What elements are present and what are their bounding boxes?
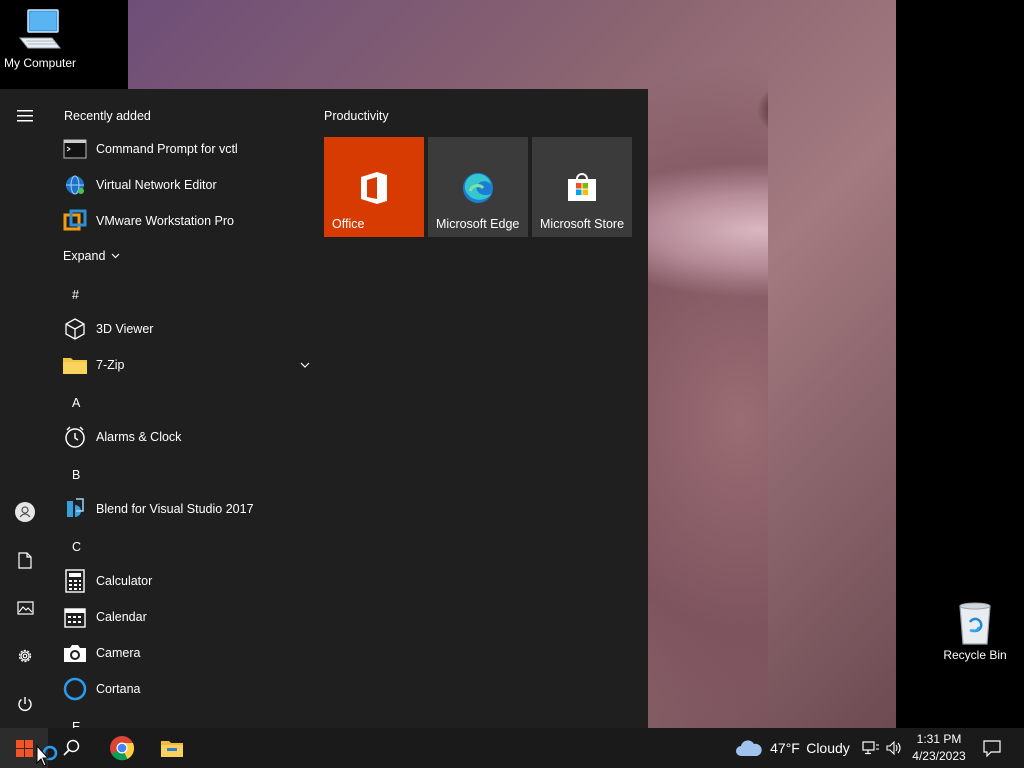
document-icon [18, 551, 32, 569]
recently-added-heading: Recently added [64, 109, 151, 123]
search-icon [63, 739, 80, 756]
weather-temperature[interactable]: 47°F [767, 728, 803, 768]
power-button[interactable] [0, 684, 50, 724]
settings-button[interactable] [0, 636, 50, 676]
clock-icon [62, 424, 88, 450]
tile-group-title: Productivity [324, 109, 389, 123]
app-label: Calculator [96, 574, 153, 588]
network-icon [862, 741, 879, 755]
hamburger-menu-button[interactable] [0, 96, 50, 136]
taskbar: 47°F Cloudy 1:31 PM 4/23/2023 [0, 728, 1024, 768]
computer-icon [16, 8, 64, 52]
chevron-down-icon [300, 362, 310, 368]
weather-condition-text: Cloudy [806, 740, 850, 756]
chevron-down-icon [111, 253, 120, 259]
mouse-pointer-icon [36, 745, 58, 767]
app-label: Calendar [96, 610, 147, 624]
app-calculator[interactable]: Calculator [62, 564, 302, 598]
taskbar-chrome-button[interactable] [98, 728, 146, 768]
tile-microsoft-edge[interactable]: Microsoft Edge [428, 137, 528, 237]
taskbar-file-explorer-button[interactable] [148, 728, 196, 768]
app-calendar[interactable]: Calendar [62, 600, 302, 634]
tile-label: Microsoft Store [540, 217, 625, 231]
user-account-button[interactable] [0, 492, 50, 532]
app-label: Virtual Network Editor [96, 178, 217, 192]
start-menu: Recently added Command Prompt for vctl V… [0, 89, 648, 728]
chrome-icon [110, 736, 135, 761]
section-letter-b[interactable]: B [72, 468, 80, 482]
documents-button[interactable] [0, 540, 50, 580]
network-tray-button[interactable] [860, 728, 882, 768]
app-alarms-clock[interactable]: Alarms & Clock [62, 420, 302, 454]
gear-icon [18, 649, 32, 663]
volume-tray-button[interactable] [884, 728, 904, 768]
app-blend-for-visual-studio[interactable]: Blend for Visual Studio 2017 [62, 492, 302, 526]
app-cortana[interactable]: Cortana [62, 672, 302, 706]
windows-logo-icon [15, 739, 33, 757]
clock-date: 4/23/2023 [912, 749, 966, 763]
app-label: VMware Workstation Pro [96, 214, 235, 228]
edge-icon [461, 171, 495, 210]
clock-time: 1:31 PM [916, 732, 962, 746]
pictures-icon [16, 601, 34, 615]
app-label: Command Prompt for vctl [96, 142, 238, 156]
my-computer-label: My Computer [3, 56, 77, 70]
app-list: Recently added Command Prompt for vctl V… [50, 89, 310, 728]
section-letter-hash[interactable]: # [72, 288, 79, 302]
section-letter-c[interactable]: C [72, 540, 81, 554]
blend-icon [62, 496, 88, 522]
calculator-icon [62, 568, 88, 594]
camera-icon [62, 640, 88, 666]
weather-condition[interactable]: Cloudy [804, 728, 852, 768]
app-label: Cortana [96, 682, 141, 696]
app-label: Alarms & Clock [96, 430, 182, 444]
cloud-icon [736, 740, 762, 756]
my-computer-desktop-icon[interactable]: My Computer [0, 8, 80, 70]
weather-temp-text: 47°F [770, 740, 800, 756]
section-letter-e[interactable]: E [72, 720, 80, 728]
folder-icon [62, 352, 88, 378]
expand-label: Expand [63, 249, 106, 263]
office-icon [359, 171, 389, 210]
app-virtual-network-editor[interactable]: Virtual Network Editor [62, 168, 302, 202]
app-camera[interactable]: Camera [62, 636, 302, 670]
app-label: Blend for Visual Studio 2017 [96, 502, 254, 516]
tile-microsoft-store[interactable]: Microsoft Store [532, 137, 632, 237]
app-command-prompt-for-vctl[interactable]: Command Prompt for vctl [62, 132, 302, 166]
file-explorer-icon [161, 741, 183, 757]
start-menu-rail [0, 89, 50, 728]
tile-office[interactable]: Office [324, 137, 424, 237]
speaker-icon [886, 741, 901, 755]
pictures-button[interactable] [0, 588, 50, 628]
section-letter-a[interactable]: A [72, 396, 80, 410]
recycle-bin-label: Recycle Bin [943, 648, 1007, 662]
calendar-icon [62, 604, 88, 630]
recycle-bin-desktop-icon[interactable]: Recycle Bin [935, 600, 1015, 662]
store-bag-icon [566, 171, 598, 208]
cortana-icon [62, 676, 88, 702]
notification-icon [983, 739, 1001, 757]
cube-icon [62, 316, 88, 342]
globe-icon [62, 172, 88, 198]
power-icon [18, 697, 32, 711]
app-label: Camera [96, 646, 141, 660]
weather-button[interactable] [733, 728, 765, 768]
app-3d-viewer[interactable]: 3D Viewer [62, 312, 302, 346]
vmware-icon [62, 208, 88, 234]
expand-recent-button[interactable]: Expand [63, 249, 120, 263]
taskbar-clock[interactable]: 1:31 PM 4/23/2023 [905, 731, 973, 765]
user-icon [15, 502, 35, 522]
action-center-button[interactable] [978, 728, 1006, 768]
app-folder-7-zip[interactable]: 7-Zip [62, 348, 310, 382]
hamburger-icon [17, 110, 33, 122]
recycle-bin-icon [951, 600, 999, 645]
command-prompt-icon [62, 136, 88, 162]
tile-label: Office [332, 217, 365, 231]
app-label: 3D Viewer [96, 322, 154, 336]
tile-label: Microsoft Edge [436, 217, 520, 231]
app-label: 7-Zip [96, 358, 125, 372]
app-vmware-workstation-pro[interactable]: VMware Workstation Pro [62, 204, 302, 238]
